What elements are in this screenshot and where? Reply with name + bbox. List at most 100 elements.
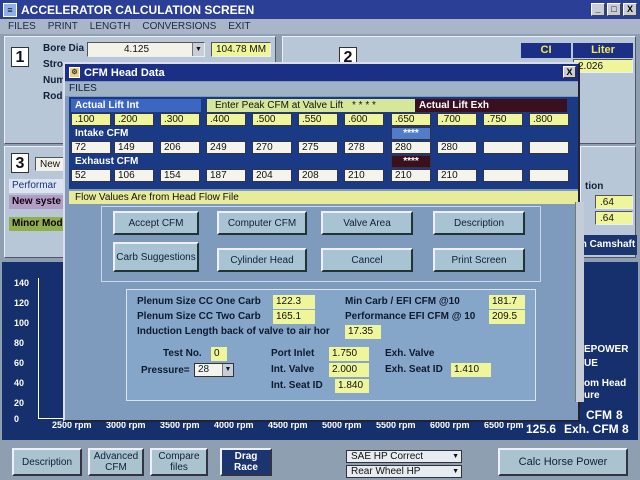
chevron-down-icon[interactable]: ▼ [222,364,233,376]
exhaust-cell[interactable] [529,169,569,182]
plenum-two-label: Plenum Size CC Two Carb [137,311,261,322]
wheel-hp-select[interactable]: Rear Wheel HP ▼ [346,465,462,478]
lift-exh-label: Actual Lift Exh [415,99,567,112]
from-head-label: om Head [584,378,627,389]
carb-suggestions-button[interactable]: Carb Suggestions [113,242,199,272]
exhaust-cell[interactable]: 187 [206,169,246,182]
graph-y-axis [38,278,39,418]
dialog-scrollbar[interactable] [575,202,584,402]
accept-cfm-button[interactable]: Accept CFM [113,211,199,235]
lift-cell[interactable]: .700 [437,113,477,126]
print-screen-button[interactable]: Print Screen [433,248,525,272]
mod-label: Mod [42,218,63,229]
int-seat-label: Int. Seat ID [271,380,323,391]
exhaust-cell[interactable]: 210 [344,169,384,182]
hp-label: EPOWER [584,344,629,355]
dialog-close-button[interactable]: X [563,66,576,78]
sae-hp-select[interactable]: SAE HP Correct ▼ [346,450,462,463]
perf-efi-label: Performance EFI CFM @ 10 [345,311,476,322]
exhaust-cell[interactable]: 106 [114,169,154,182]
exhaust-cell[interactable]: 210 [391,169,431,182]
pressure-dropdown[interactable]: 28 ▼ [194,363,234,377]
valve-area-button[interactable]: Valve Area [321,211,413,235]
lift-cell[interactable]: .300 [160,113,200,126]
close-button[interactable]: X [623,3,637,16]
compare-files-button[interactable]: Compare files [150,448,208,476]
lift-cell[interactable]: .100 [71,113,111,126]
liter-header: Liter [573,43,633,58]
exhaust-cell[interactable]: 154 [160,169,200,182]
camshaft-button[interactable]: n Camshaft [579,235,637,255]
intake-cell[interactable]: 278 [344,141,384,154]
y-tick: 60 [14,358,25,368]
menu-print[interactable]: PRINT [48,21,78,32]
menu-length[interactable]: LENGTH [90,21,131,32]
main-title-bar: ≡ ACCELERATOR CALCULATION SCREEN _ □ X [0,0,640,19]
chevron-down-icon[interactable]: ▼ [452,451,459,462]
intake-cell[interactable]: 149 [114,141,154,154]
plenum-one-value: 122.3 [273,295,315,309]
exh-valve-label: Exh. Valve [385,348,435,359]
port-inlet-label: Port Inlet [271,348,315,359]
section-number-3: 3 [11,153,29,173]
rod-label: Rod [43,91,63,102]
bore-dropdown[interactable]: 4.125 ▼ [87,42,205,57]
exhaust-cell[interactable]: 210 [437,169,477,182]
intake-cell[interactable]: 206 [160,141,200,154]
advanced-cfm-button[interactable]: Advanced CFM [88,448,144,476]
intake-cell[interactable]: 72 [71,141,111,154]
chevron-down-icon[interactable]: ▼ [192,43,204,56]
menu-files[interactable]: FILES [8,21,36,32]
lift-cell[interactable]: .650 [391,113,431,126]
minimize-button[interactable]: _ [591,3,605,16]
test-no-label: Test No. [163,348,202,359]
exhaust-cell[interactable]: 52 [71,169,111,182]
lift-cell[interactable]: .750 [483,113,523,126]
drag-race-button[interactable]: Drag Race [220,448,272,476]
calc-horse-power-button[interactable]: Calc Horse Power [498,448,628,476]
intake-cell[interactable]: 280 [437,141,477,154]
menu-exit[interactable]: EXIT [228,21,250,32]
min-carb-label: Min Carb / EFI CFM @10 [345,296,460,307]
dialog-menu-files[interactable]: FILES [65,82,578,96]
int-valve-value: 2.000 [329,363,369,377]
computer-cfm-button[interactable]: Computer CFM [217,211,307,235]
torque-label: UE [584,358,598,369]
number-label: Num [43,75,66,86]
exh-cfm-value: 8 [622,422,629,436]
flow-source-note: Flow Values Are from Head Flow File [69,191,578,204]
exhaust-marker: **** [391,155,431,168]
intake-cell[interactable] [529,141,569,154]
lift-cell[interactable]: .550 [298,113,338,126]
maximize-button[interactable]: □ [607,3,621,16]
intake-cell[interactable]: 280 [391,141,431,154]
chevron-down-icon[interactable]: ▼ [452,466,459,477]
exh-cfm-number: 125.6 [526,422,557,436]
exhaust-cell[interactable]: 204 [252,169,292,182]
lift-cell[interactable]: .600 [344,113,384,126]
cancel-button[interactable]: Cancel [321,248,413,272]
menu-conversions[interactable]: CONVERSIONS [142,21,216,32]
intake-cell[interactable]: 249 [206,141,246,154]
intake-cell[interactable]: 275 [298,141,338,154]
exhaust-cell[interactable]: 208 [298,169,338,182]
wheel-hp-value: Rear Wheel HP [351,466,421,477]
induction-value: 17.35 [345,325,381,339]
exhaust-cell[interactable] [483,169,523,182]
intake-cell[interactable]: 270 [252,141,292,154]
description-dialog-button[interactable]: Description [433,211,525,235]
peak-cfm-prompt: Enter Peak CFM at Valve Lift * * * * [207,99,415,112]
lift-cell[interactable]: .400 [206,113,246,126]
cfm-value: 8 [616,408,623,422]
intake-cell[interactable] [483,141,523,154]
lift-cell[interactable]: .500 [252,113,292,126]
lift-cell[interactable]: .800 [529,113,569,126]
description-button[interactable]: Description [12,448,82,476]
right-value-2: .64 [595,211,633,225]
lift-cell[interactable]: .200 [114,113,154,126]
intake-marker: **** [391,127,431,140]
pressure-label: Pressure= [141,365,190,376]
int-valve-label: Int. Valve [271,364,315,375]
bore-value: 4.125 [124,44,150,55]
cylinder-head-button[interactable]: Cylinder Head [217,248,307,272]
